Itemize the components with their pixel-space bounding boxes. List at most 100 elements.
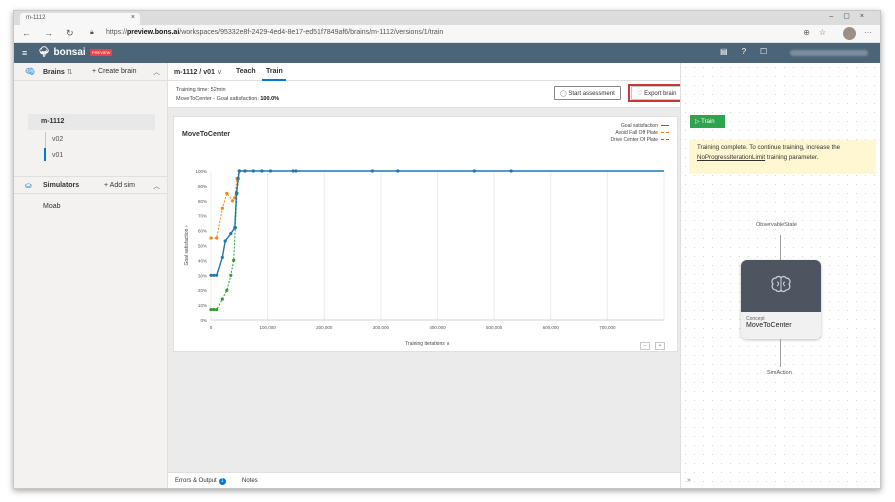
- sidebar-item-simulator[interactable]: Moab: [43, 203, 61, 210]
- start-assessment-button[interactable]: ◯ Start assessment: [554, 86, 621, 100]
- x-tick-label: 700,000: [599, 325, 616, 330]
- help-icon[interactable]: ?: [742, 47, 746, 56]
- sort-icon[interactable]: ⇅: [67, 69, 73, 76]
- version-item-v01[interactable]: v01: [52, 152, 63, 159]
- y-tick-label: 0%: [200, 318, 207, 323]
- url-prefix: https://: [106, 29, 128, 36]
- errors-output-tab[interactable]: Errors & Output 1: [175, 478, 226, 485]
- favorite-star-icon[interactable]: ☆: [819, 28, 826, 37]
- bottom-bar: Errors & Output 1 Notes: [168, 472, 680, 488]
- data-point: [233, 226, 237, 230]
- header-icons: ▤? ☐: [720, 47, 781, 56]
- data-point: [230, 199, 235, 203]
- data-point: [509, 169, 513, 173]
- x-axis-label: Training iterations ∨: [405, 341, 450, 347]
- sidebar-item-brain[interactable]: m-1112: [28, 114, 155, 130]
- data-point: [220, 297, 224, 301]
- browser-tab[interactable]: m-1112 ×: [20, 13, 140, 25]
- notice-text: Training complete. To continue training,…: [697, 144, 841, 151]
- data-point: [232, 258, 236, 262]
- add-sim-button[interactable]: + Add sim: [104, 182, 135, 189]
- data-point: [220, 255, 224, 260]
- collapse-simulators-chevron-icon[interactable]: ︿: [153, 181, 160, 191]
- forward-icon[interactable]: →: [44, 28, 53, 38]
- data-point: [209, 307, 213, 312]
- graph-panel: ▷ Train Training complete. To continue t…: [680, 63, 880, 488]
- concept-node[interactable]: Concept MoveToCenter: [741, 260, 821, 339]
- export-brain-highlight: [628, 84, 687, 102]
- y-tick-label: 20%: [198, 288, 207, 293]
- close-tab-icon[interactable]: ×: [131, 14, 135, 21]
- window-controls[interactable]: –▢×: [829, 12, 874, 20]
- data-point: [215, 307, 219, 312]
- x-tick-label: 600,000: [543, 325, 560, 330]
- brain-version-selector[interactable]: m-1112 / v01 ∨: [174, 68, 222, 76]
- bonsai-logo[interactable]: 🌳︎ bonsai: [38, 47, 86, 58]
- x-tick-label: 300,000: [373, 325, 390, 330]
- train-button[interactable]: ▷ Train: [690, 115, 725, 128]
- address-bar: ← → ↻ 🔒︎ https://preview.bons.ai/workspa…: [14, 25, 880, 43]
- y-tick-label: 30%: [198, 273, 207, 278]
- goal-satisfaction-summary: MoveToCenter - Goal satisfaction: 100.0%: [176, 96, 279, 102]
- feedback-icon[interactable]: ☐: [760, 47, 767, 56]
- url-host: preview.bons.ai: [127, 29, 180, 36]
- chart-prev-button[interactable]: –: [640, 342, 650, 350]
- data-point: [251, 169, 256, 173]
- user-account-name[interactable]: [790, 50, 868, 56]
- simulators-section-header: ⛀ Simulators + Add sim ︿: [14, 176, 168, 194]
- graph-edge-output: [780, 339, 781, 367]
- graph-output-label[interactable]: SimAction: [767, 370, 792, 376]
- data-point: [215, 236, 219, 240]
- x-tick-label: 100,000: [259, 325, 276, 330]
- tab-train[interactable]: Train: [266, 68, 283, 75]
- expand-panel-chevron-icon[interactable]: »: [687, 477, 691, 484]
- x-tick-label: 0: [210, 325, 213, 330]
- chart-next-button[interactable]: +: [655, 342, 665, 350]
- x-tick-label: 200,000: [316, 325, 333, 330]
- training-time: Training time: 52min: [176, 87, 226, 93]
- training-info-bar: Training time: 52min MoveToCenter - Goal…: [168, 81, 687, 108]
- data-point: [212, 307, 216, 312]
- calendar-icon[interactable]: ▤: [720, 47, 728, 56]
- data-point: [260, 169, 264, 173]
- brain-icon: 🧠︎: [25, 67, 36, 76]
- data-point: [291, 169, 295, 173]
- data-point: [243, 169, 247, 173]
- no-progress-link[interactable]: NoProgressIterationLimit: [697, 154, 765, 161]
- collapse-brains-chevron-icon[interactable]: ︿: [153, 67, 160, 77]
- back-icon[interactable]: ←: [22, 28, 31, 38]
- url-path: /workspaces/95332e8f-2429-4ed4-8e17-ed51…: [179, 29, 444, 36]
- data-point: [268, 169, 273, 173]
- browser-profile-avatar[interactable]: [843, 27, 856, 40]
- simulator-icon: ⛀: [25, 181, 32, 190]
- brain-icon: [771, 275, 791, 293]
- data-point: [209, 273, 213, 277]
- left-sidebar: 🧠︎ Brains ⇅ + Create brain ︿ m-1112 v02 …: [14, 63, 168, 488]
- y-tick-label: 10%: [198, 303, 207, 308]
- url-field[interactable]: https://preview.bons.ai/workspaces/95332…: [106, 29, 443, 36]
- training-complete-notice: Training complete. To continue training,…: [689, 140, 876, 174]
- data-point: [225, 191, 229, 195]
- chart-card: MoveToCenter Goal satisfaction Avoid Fall…: [173, 116, 678, 352]
- notes-tab[interactable]: Notes: [242, 478, 258, 484]
- errors-count-badge: 1: [218, 478, 226, 485]
- graph-input-label[interactable]: ObservableState: [756, 222, 797, 228]
- create-brain-button[interactable]: + Create brain: [92, 68, 137, 75]
- circle-icon: ◯: [560, 91, 567, 97]
- x-tick-label: 400,000: [429, 325, 446, 330]
- zoom-icon[interactable]: ⊕: [803, 28, 810, 37]
- lock-icon: 🔒︎: [90, 29, 94, 36]
- y-tick-label: 100%: [195, 169, 207, 174]
- refresh-icon[interactable]: ↻: [66, 28, 74, 39]
- brains-section-header: 🧠︎ Brains ⇅ + Create brain ︿: [14, 63, 168, 81]
- data-point: [215, 273, 219, 277]
- series-line: [211, 170, 245, 311]
- y-tick-label: 70%: [198, 214, 207, 219]
- more-menu-icon[interactable]: ···: [864, 28, 872, 37]
- tab-teach[interactable]: Teach: [236, 68, 256, 75]
- concept-node-body: Concept MoveToCenter: [741, 312, 821, 339]
- version-item-v02[interactable]: v02: [52, 136, 63, 143]
- goal-value: 100.0%: [260, 96, 280, 102]
- data-point: [234, 191, 239, 195]
- hamburger-menu-icon[interactable]: ≡: [22, 48, 27, 58]
